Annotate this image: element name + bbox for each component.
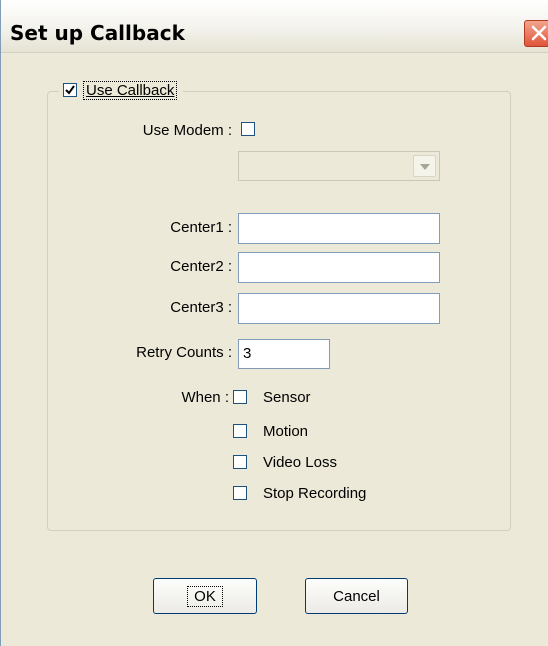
retry-counts-input[interactable]: 3 <box>238 339 330 369</box>
retry-counts-label: Retry Counts : <box>136 344 232 361</box>
ok-button-label: OK <box>187 585 223 607</box>
motion-checkbox[interactable] <box>233 424 247 438</box>
motion-label[interactable]: Motion <box>263 423 308 440</box>
cancel-button-label: Cancel <box>333 587 380 605</box>
checkmark-icon <box>65 85 75 95</box>
sensor-checkbox[interactable] <box>233 390 247 404</box>
center3-label: Center3 : <box>170 299 232 316</box>
use-callback-label: Use Callback <box>83 80 178 100</box>
stop-recording-checkbox[interactable] <box>233 486 247 500</box>
use-modem-label: Use Modem : <box>142 122 232 139</box>
video-loss-label[interactable]: Video Loss <box>263 454 337 471</box>
dialog-window: Set up Callback Use Callback Use Modem :… <box>0 0 548 646</box>
center1-label: Center1 : <box>170 219 232 236</box>
use-callback-text: Use Callback <box>86 81 175 99</box>
use-callback-toggle[interactable]: Use Callback <box>59 80 184 100</box>
chevron-down-icon <box>420 164 430 170</box>
when-label: When : <box>181 389 229 406</box>
center1-input[interactable] <box>238 213 440 244</box>
stop-recording-label[interactable]: Stop Recording <box>263 485 366 502</box>
center2-label: Center2 : <box>170 258 232 275</box>
center2-input[interactable] <box>238 252 440 283</box>
use-modem-checkbox[interactable] <box>241 122 255 136</box>
sensor-label[interactable]: Sensor <box>263 389 311 406</box>
video-loss-checkbox[interactable] <box>233 455 247 469</box>
cancel-button[interactable]: Cancel <box>305 578 408 614</box>
center3-input[interactable] <box>238 293 440 324</box>
modem-select-dropdown-button[interactable] <box>413 155 436 177</box>
close-button[interactable] <box>524 20 548 47</box>
ok-button[interactable]: OK <box>153 578 257 614</box>
dialog-title: Set up Callback <box>10 21 185 45</box>
modem-select[interactable] <box>238 151 440 181</box>
close-icon <box>531 25 547 41</box>
title-bar[interactable]: Set up Callback <box>1 0 548 53</box>
use-callback-checkbox[interactable] <box>63 83 77 97</box>
